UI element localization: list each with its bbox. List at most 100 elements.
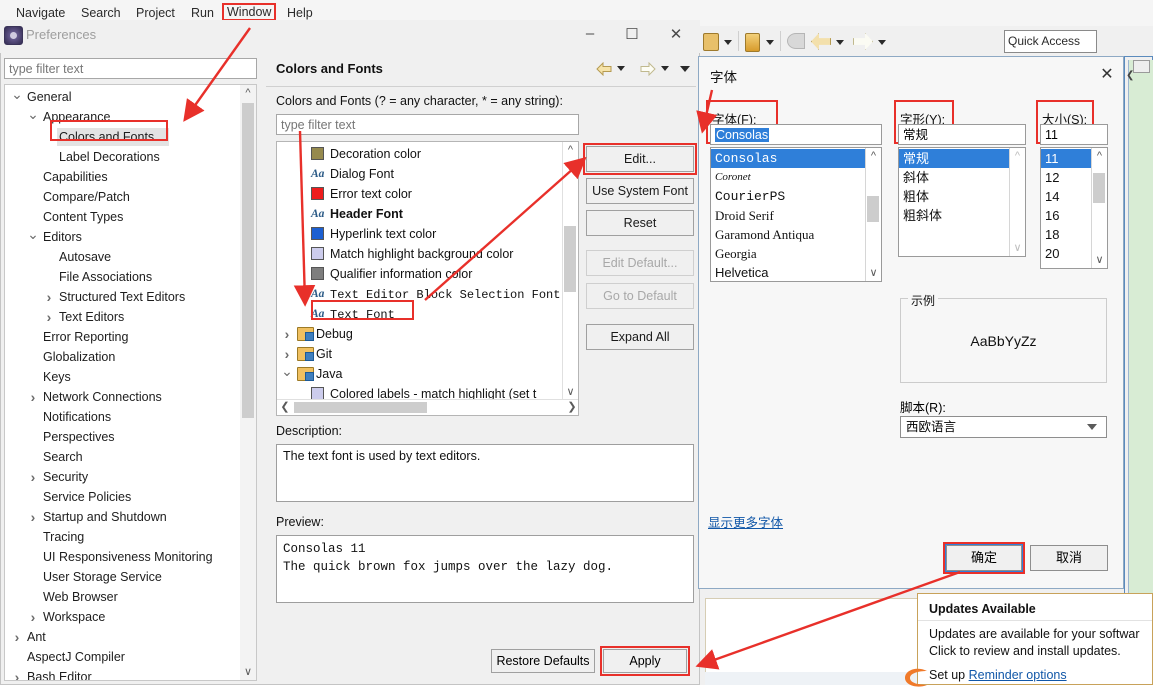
list-item[interactable]: Match highlight background color <box>311 244 513 264</box>
tree-twisty-open[interactable] <box>11 87 23 107</box>
list-item[interactable]: 18 <box>1041 225 1091 244</box>
tree-twisty-closed[interactable] <box>43 287 55 307</box>
tree-twisty-open[interactable] <box>27 107 39 127</box>
reset-button[interactable]: Reset <box>586 210 694 236</box>
sidebar-item-user-storage-service[interactable]: User Storage Service <box>43 567 162 587</box>
size-list-scrollbar[interactable]: ^ ∨ <box>1091 148 1107 268</box>
tree-twisty-closed[interactable] <box>43 307 55 327</box>
menu-run[interactable]: Run <box>191 6 214 20</box>
sidebar-item-globalization[interactable]: Globalization <box>43 347 115 367</box>
quick-access-input[interactable]: Quick Access <box>1004 30 1097 53</box>
sidebar-item-bash-editor[interactable]: Bash Editor <box>27 667 92 680</box>
list-item[interactable]: 22 <box>1041 263 1091 268</box>
sidebar-item-search[interactable]: Search <box>43 447 83 467</box>
list-item[interactable]: Helvetica <box>711 263 865 281</box>
font-style-input[interactable]: 常规 <box>898 124 1026 145</box>
list-item[interactable]: 粗体 <box>899 187 1009 206</box>
tree-twisty-closed[interactable] <box>27 507 39 527</box>
list-item[interactable]: 16 <box>1041 206 1091 225</box>
list-item[interactable]: Aa Dialog Font <box>311 164 394 184</box>
sidebar-item-web-browser[interactable]: Web Browser <box>43 587 118 607</box>
menu-window[interactable]: Window <box>222 3 277 21</box>
font-dialog-close-button[interactable]: ✕ <box>1096 64 1118 86</box>
window-close-button[interactable]: ✕ <box>664 25 688 43</box>
tree-scroll-down-icon[interactable]: ∨ <box>240 664 256 680</box>
sidebar-item-general[interactable]: General <box>27 87 71 107</box>
page-menu-caret[interactable] <box>680 66 690 72</box>
list-item[interactable]: Git <box>297 344 332 364</box>
list-item[interactable]: Garamond Antiqua <box>711 225 865 244</box>
list-item[interactable]: Aa Text Font <box>311 304 395 324</box>
reminder-options-link[interactable]: Reminder options <box>969 668 1067 682</box>
list-item[interactable]: Debug <box>297 324 353 344</box>
tree-scrollbar[interactable]: ^ ∨ <box>240 85 256 680</box>
sidebar-item-editors[interactable]: Editors <box>43 227 82 247</box>
list-scroll-left-icon[interactable]: ❮ <box>278 400 292 415</box>
list-item[interactable]: Aa Text Editor Block Selection Font <box>311 284 560 304</box>
list-item[interactable]: 20 <box>1041 244 1091 263</box>
menu-search[interactable]: Search <box>81 6 121 20</box>
ok-button[interactable]: 确定 <box>946 545 1022 571</box>
expand-all-button[interactable]: Expand All <box>586 324 694 350</box>
window-minimize-button[interactable]: – <box>578 25 602 42</box>
list-item[interactable]: 12 <box>1041 168 1091 187</box>
sidebar-item-network-connections[interactable]: Network Connections <box>43 387 162 407</box>
list-item[interactable]: Java <box>297 364 342 384</box>
tree-twisty-closed[interactable] <box>11 667 23 680</box>
colors-fonts-filter-input[interactable]: type filter text <box>276 114 579 135</box>
sidebar-item-compare-patch[interactable]: Compare/Patch <box>43 187 130 207</box>
sidebar-item-structured-text-editors[interactable]: Structured Text Editors <box>59 287 185 307</box>
font-size-list[interactable]: 11121416182022 ^ ∨ <box>1040 147 1108 269</box>
sidebar-item-capabilities[interactable]: Capabilities <box>43 167 108 187</box>
colors-fonts-list[interactable]: Decoration color Aa Dialog Font Error text … <box>276 141 579 416</box>
forward-dropdown-caret[interactable] <box>878 40 886 45</box>
editor-minimize-button[interactable] <box>1133 60 1150 73</box>
font-list-scroll-up-icon[interactable]: ^ <box>866 148 881 164</box>
sidebar-item-content-types[interactable]: Content Types <box>43 207 123 227</box>
use-system-font-button[interactable]: Use System Font <box>586 178 694 204</box>
sidebar-item-text-editors[interactable]: Text Editors <box>59 307 124 327</box>
debug-dropdown-caret[interactable] <box>766 40 774 45</box>
menu-help[interactable]: Help <box>287 6 313 20</box>
sidebar-item-colors-and-fonts[interactable]: Colors and Fonts <box>59 127 154 147</box>
forward-arrow-icon[interactable] <box>853 33 873 50</box>
cf-twisty-closed[interactable] <box>281 324 293 344</box>
sidebar-item-perspectives[interactable]: Perspectives <box>43 427 115 447</box>
debug-icon[interactable] <box>745 33 760 52</box>
tree-twisty-closed[interactable] <box>27 607 39 627</box>
list-item[interactable]: Hyperlink text color <box>311 224 436 244</box>
back-arrow-icon[interactable] <box>811 33 831 50</box>
tree-twisty-closed[interactable] <box>11 627 23 647</box>
sidebar-item-ant[interactable]: Ant <box>27 627 46 647</box>
sidebar-item-workspace[interactable]: Workspace <box>43 607 105 627</box>
tree-scroll-thumb[interactable] <box>242 103 254 418</box>
list-item[interactable]: Decoration color <box>311 144 421 164</box>
list-vertical-scrollbar[interactable]: ^ ∨ <box>562 142 578 415</box>
forward-nav-icon[interactable] <box>640 61 656 77</box>
sidebar-item-aspectj-compiler[interactable]: AspectJ Compiler <box>27 647 125 667</box>
list-item[interactable]: Qualifier information color <box>311 264 472 284</box>
show-more-fonts-link[interactable]: 显示更多字体 <box>708 512 783 531</box>
list-item[interactable]: Droid Serif <box>711 206 865 225</box>
cf-twisty-closed[interactable] <box>281 344 293 364</box>
size-list-scroll-up-icon[interactable]: ^ <box>1092 148 1107 164</box>
sidebar-item-tracing[interactable]: Tracing <box>43 527 84 547</box>
list-item[interactable]: Georgia <box>711 244 865 263</box>
sidebar-item-autosave[interactable]: Autosave <box>59 247 111 267</box>
list-scroll-right-icon[interactable]: ❯ <box>565 400 578 415</box>
window-maximize-button[interactable]: ☐ <box>620 25 644 43</box>
back-nav-icon[interactable] <box>596 61 612 77</box>
forward-nav-caret[interactable] <box>661 66 669 71</box>
edit-button[interactable]: Edit... <box>586 146 694 172</box>
list-item[interactable]: 常规 <box>899 149 1009 168</box>
cancel-button[interactable]: 取消 <box>1030 545 1108 571</box>
list-item[interactable]: 斜体 <box>899 168 1009 187</box>
list-horizontal-scrollbar[interactable]: ❮ ❯ <box>277 399 578 415</box>
run-icon[interactable] <box>703 33 719 51</box>
sidebar-item-notifications[interactable]: Notifications <box>43 407 111 427</box>
list-item[interactable]: CourierPS <box>711 187 865 206</box>
tree-scroll-up-icon[interactable]: ^ <box>240 85 256 101</box>
preferences-tree[interactable]: GeneralAppearanceColors and FontsLabel D… <box>4 84 257 681</box>
menu-project[interactable]: Project <box>136 6 175 20</box>
list-vscroll-thumb[interactable] <box>564 226 576 292</box>
